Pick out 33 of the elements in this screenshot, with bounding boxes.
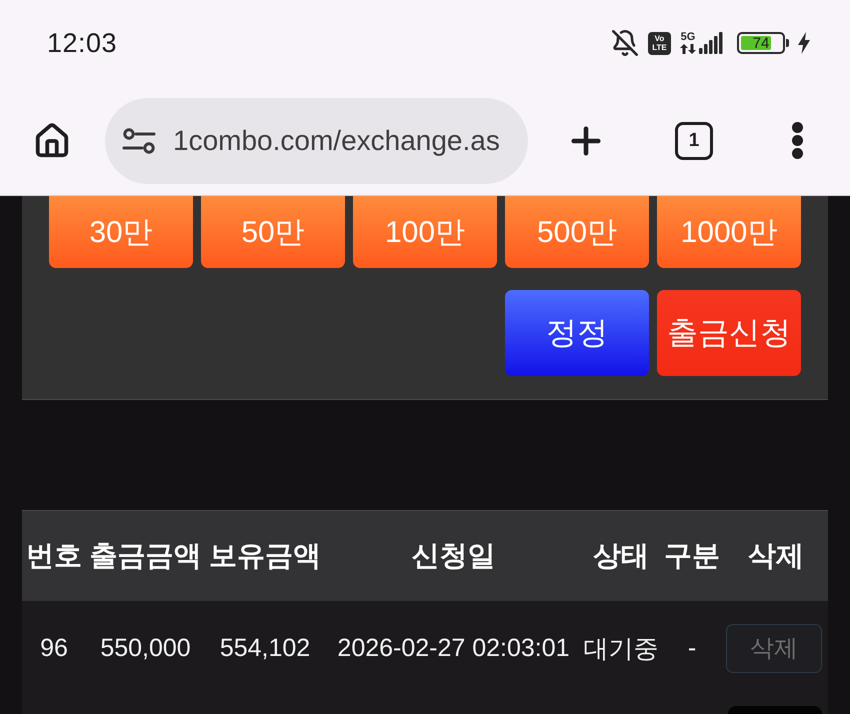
tune-icon xyxy=(122,128,156,154)
battery-percent: 74 xyxy=(752,34,770,52)
volte-badge: Vo LTE xyxy=(648,32,671,54)
tab-switcher-button[interactable]: 1 xyxy=(675,122,713,160)
table-cell-text: 96 xyxy=(39,634,69,662)
menu-icon xyxy=(792,122,802,159)
column-header: 보유금액 xyxy=(208,539,322,573)
amount-button[interactable]: 1000만 xyxy=(657,196,801,268)
amount-button[interactable]: 50만 xyxy=(201,196,345,268)
amount-button[interactable]: 30만 xyxy=(49,196,193,268)
column-header: 번호 xyxy=(25,539,83,573)
amount-button[interactable]: 500만 xyxy=(505,196,649,268)
network-type-label: 5G xyxy=(680,32,696,43)
table-cell-text: 대기중 xyxy=(582,634,660,664)
data-arrows-icon xyxy=(680,44,696,54)
column-header: 상태 xyxy=(592,539,650,573)
bell-off-icon xyxy=(611,29,639,57)
table-cell-text: 554,102 xyxy=(218,634,312,662)
table-cell-text: 550,000 xyxy=(99,634,192,662)
correct-button[interactable]: 정정 xyxy=(505,290,649,376)
column-header: 구분 xyxy=(663,539,721,573)
signal-icon xyxy=(699,32,724,54)
home-icon xyxy=(33,122,71,160)
table-cell-text: 2026-02-27 02:03:01 xyxy=(336,634,571,662)
column-header: 신청일 xyxy=(410,539,496,573)
amount-button[interactable]: 100만 xyxy=(353,196,497,268)
column-header: 출금금액 xyxy=(88,539,202,573)
address-bar[interactable]: 1combo.com/exchange.as xyxy=(105,98,528,184)
withdraw-request-button[interactable]: 출금신청 xyxy=(657,290,801,376)
url-text: 1combo.com/exchange.as xyxy=(173,124,500,156)
column-header: 삭제 xyxy=(747,539,805,573)
table-cell-text: - xyxy=(686,634,698,662)
clock-time: 12:03 xyxy=(47,28,118,58)
